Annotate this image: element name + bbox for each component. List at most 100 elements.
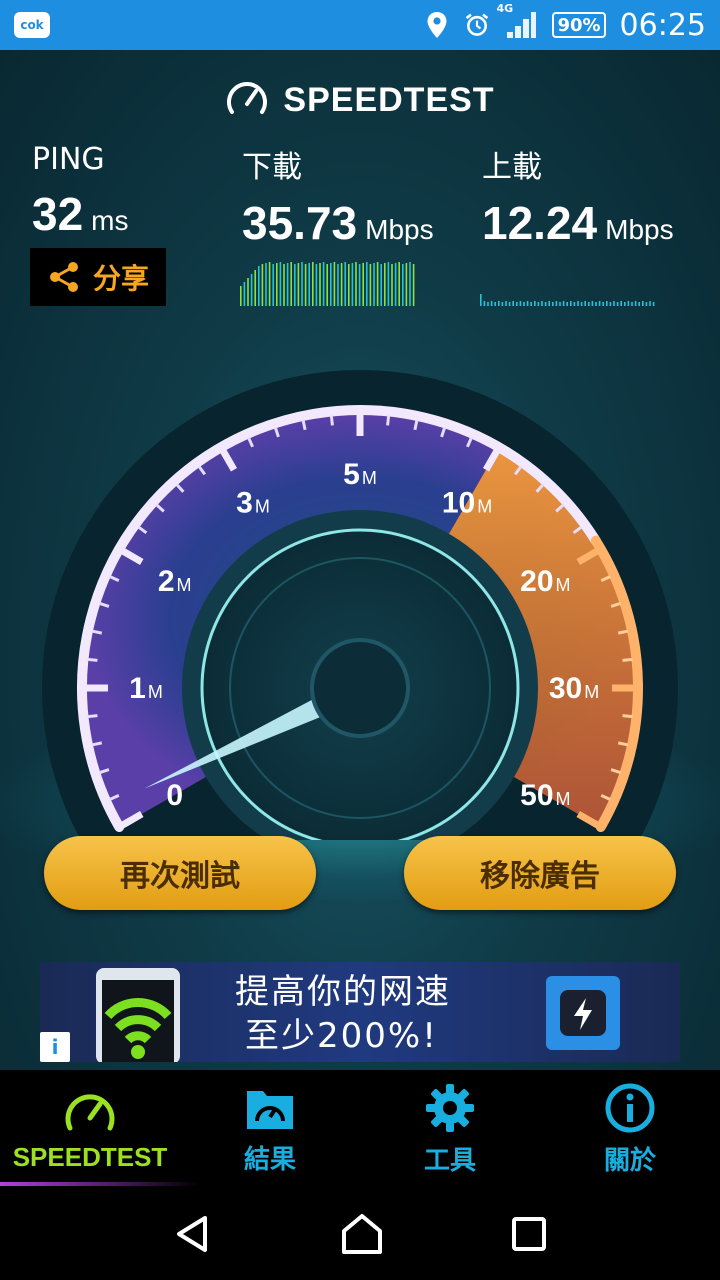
- tab-tools[interactable]: 工具: [360, 1070, 540, 1188]
- upload-unit: Mbps: [605, 214, 674, 245]
- info-icon: [605, 1083, 655, 1132]
- sparkline-bar: [308, 263, 310, 306]
- sparkline-bar: [559, 302, 561, 306]
- ping-unit: ms: [91, 205, 129, 236]
- sparkline-bar: [373, 263, 375, 306]
- sparkline-bar: [369, 264, 372, 306]
- sparkline-bar: [290, 262, 292, 306]
- tab-results[interactable]: 結果: [180, 1070, 360, 1188]
- sparkline-bar: [624, 302, 626, 306]
- sparkline-bar: [409, 262, 411, 306]
- sparkline-bar: [279, 262, 282, 306]
- ping-value: 32: [32, 188, 84, 240]
- gauge-icon: [65, 1093, 115, 1130]
- sparkline-bar: [566, 302, 568, 306]
- sparkline-bar: [405, 263, 408, 306]
- sparkline-bar: [487, 302, 489, 306]
- sparkline-bar: [552, 302, 554, 306]
- gauge-minor-tick: [329, 415, 334, 426]
- gauge-minor-tick: [386, 415, 391, 426]
- sparkline-bar: [602, 302, 604, 306]
- tab-speedtest[interactable]: SPEEDTEST: [0, 1070, 200, 1188]
- gear-icon: [426, 1083, 474, 1132]
- speedometer-logo-icon: [227, 82, 268, 114]
- sparkline-bar: [268, 262, 271, 306]
- share-button[interactable]: 分享: [30, 248, 166, 306]
- ad-line-1: 提高你的网速: [235, 972, 451, 1012]
- sparkline-bar: [573, 302, 576, 306]
- sparkline-bar: [649, 301, 651, 306]
- gauge-minor-tick: [617, 741, 629, 747]
- sparkline-bar: [366, 262, 368, 306]
- sparkline-bar: [297, 263, 300, 306]
- upload-sparkline: [480, 294, 655, 306]
- sparkline-bar: [523, 302, 525, 306]
- sparkline-bar: [512, 301, 514, 306]
- sparkline-bar: [498, 301, 500, 306]
- retest-button[interactable]: 再次測試: [44, 836, 316, 910]
- sparkline-bar: [620, 301, 622, 306]
- sparkline-bar: [265, 263, 267, 306]
- battery-indicator: 90%: [552, 12, 606, 38]
- ping-value-row: 32 ms: [32, 187, 129, 241]
- app-notification-icon: cok: [14, 12, 50, 38]
- sparkline-bar: [358, 264, 361, 306]
- gauge-minor-tick: [87, 714, 98, 719]
- phone-wifi-icon: [96, 968, 180, 1062]
- share-icon: [49, 262, 78, 292]
- sparkline-bar: [355, 262, 357, 306]
- sparkline-bar: [544, 302, 547, 306]
- active-tab-indicator: [0, 1182, 200, 1186]
- sparkline-bar: [483, 301, 486, 306]
- status-icons: 4G 90% 06:25: [424, 2, 706, 43]
- sparkline-bar: [326, 264, 328, 306]
- sparkline-bar: [337, 264, 339, 306]
- download-sparkline: [240, 262, 415, 306]
- sparkline-bar: [580, 302, 583, 306]
- back-icon[interactable]: [173, 1214, 213, 1254]
- sparkline-bar: [541, 301, 543, 306]
- sparkline-bar: [634, 301, 637, 306]
- sparkline-bar: [247, 278, 249, 306]
- sparkline-bar: [272, 264, 274, 306]
- sparkline-bar: [519, 301, 522, 306]
- recent-apps-icon[interactable]: [511, 1216, 547, 1252]
- sparkline-bar: [240, 286, 242, 306]
- sparkline-bar: [276, 263, 278, 306]
- sparkline-bar: [340, 263, 343, 306]
- gauge-minor-tick: [413, 419, 419, 431]
- sparkline-bar: [595, 302, 597, 306]
- gauge-minor-tick: [91, 629, 103, 635]
- logo-text: SPEEDTEST: [283, 80, 495, 119]
- sparkline-bar: [609, 302, 612, 306]
- sparkline-bar: [501, 302, 504, 306]
- sparkline-bar: [627, 301, 630, 306]
- sparkline-bar: [254, 270, 256, 306]
- ad-banner[interactable]: 提高你的网速 至少200%! i: [40, 962, 680, 1062]
- sparkline-bar: [645, 302, 648, 306]
- gauge-minor-tick: [301, 419, 307, 431]
- tab-about[interactable]: 關於: [540, 1070, 720, 1188]
- download-value-row: 35.73 Mbps: [242, 196, 434, 250]
- sparkline-bar: [570, 301, 572, 306]
- sparkline-bar: [530, 302, 532, 306]
- tab-about-label: 關於: [603, 1145, 656, 1176]
- remove-ads-button[interactable]: 移除廣告: [404, 836, 676, 910]
- sparkline-bar: [294, 264, 296, 306]
- sparkline-bar: [344, 262, 346, 306]
- alarm-icon: [464, 12, 490, 38]
- gauge-minor-tick: [617, 629, 629, 635]
- sparkline-bar: [348, 264, 350, 306]
- sparkline-bar: [243, 282, 246, 306]
- sparkline-bar: [616, 302, 619, 306]
- home-icon[interactable]: [340, 1213, 384, 1255]
- sparkline-bar: [333, 262, 336, 306]
- speed-gauge: 01 M2 M3 M5 M10 M20 M30 M50 M: [42, 370, 678, 840]
- sparkline-bar: [516, 302, 518, 306]
- sparkline-bar: [322, 262, 325, 306]
- tab-results-label: 結果: [243, 1144, 296, 1175]
- ad-info-icon[interactable]: i: [40, 1032, 70, 1062]
- sparkline-bar: [402, 264, 404, 306]
- sparkline-bar: [387, 262, 390, 306]
- gauge-minor-tick: [87, 657, 98, 662]
